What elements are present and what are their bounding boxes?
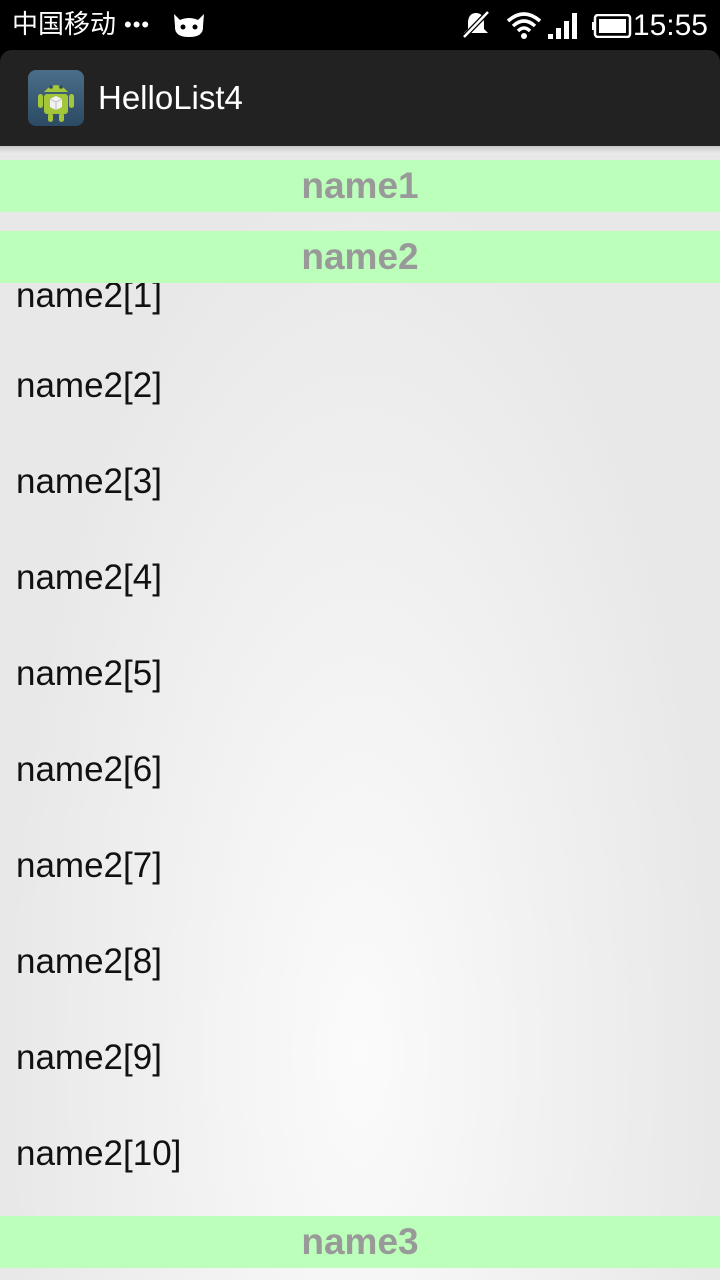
- action-bar-shadow: [0, 146, 720, 154]
- list-item[interactable]: name2[8]: [16, 940, 162, 984]
- list-item[interactable]: name2[3]: [16, 460, 162, 504]
- list-item[interactable]: name2[4]: [16, 556, 162, 600]
- wifi-icon: [506, 12, 542, 39]
- list-item[interactable]: name2[10]: [16, 1132, 181, 1176]
- carrier-label: 中国移动: [12, 10, 117, 40]
- list-item[interactable]: name2[5]: [16, 652, 162, 696]
- list-item[interactable]: name2[6]: [16, 748, 162, 792]
- status-bar: 中国移动 ••• 15:55: [0, 0, 720, 50]
- expandable-list[interactable]: name2[1] name2[2] name2[3] name2[4] name…: [0, 146, 720, 1280]
- group-header-name3[interactable]: name3: [0, 1216, 720, 1268]
- list-item[interactable]: name2[2]: [16, 364, 162, 408]
- android-app-icon[interactable]: [28, 70, 84, 126]
- list-item[interactable]: name2[9]: [16, 1036, 162, 1080]
- cat-icon: [174, 14, 204, 37]
- battery-icon: [592, 14, 632, 38]
- clock: 15:55: [632, 9, 708, 42]
- android-robot-icon: [38, 85, 74, 122]
- group-header-name2[interactable]: name2: [0, 231, 720, 283]
- signal-icon: [548, 13, 577, 39]
- notification-dots: •••: [124, 12, 151, 37]
- list-item[interactable]: name2[7]: [16, 844, 162, 888]
- action-bar: HelloList4: [0, 50, 720, 146]
- app-title: HelloList4: [98, 79, 243, 116]
- mute-icon: [462, 10, 490, 39]
- group-header-name1[interactable]: name1: [0, 160, 720, 212]
